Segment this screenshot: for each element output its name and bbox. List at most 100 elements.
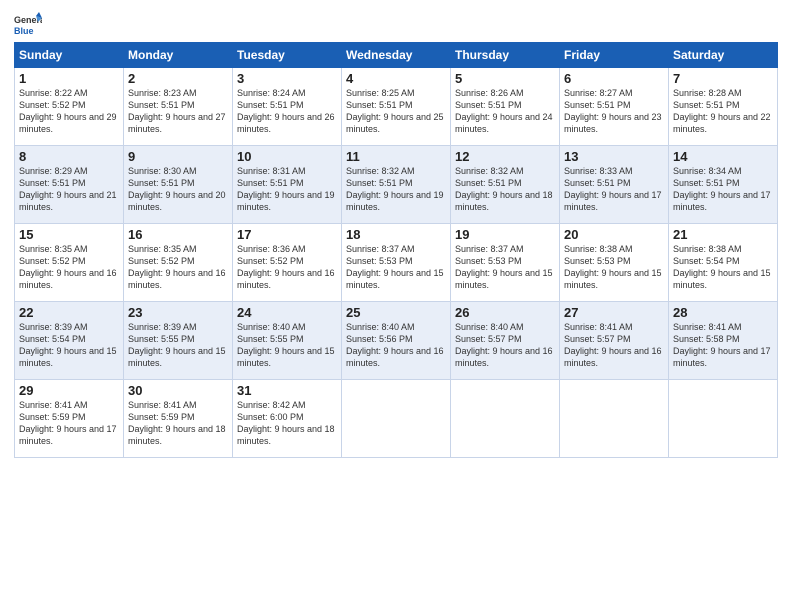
day-number: 10	[237, 149, 337, 164]
day-cell	[451, 380, 560, 458]
cell-info: Sunrise: 8:40 AMSunset: 5:56 PMDaylight:…	[346, 322, 444, 368]
day-number: 22	[19, 305, 119, 320]
cell-info: Sunrise: 8:22 AMSunset: 5:52 PMDaylight:…	[19, 88, 117, 134]
svg-text:Blue: Blue	[14, 26, 34, 36]
day-number: 8	[19, 149, 119, 164]
day-cell: 30Sunrise: 8:41 AMSunset: 5:59 PMDayligh…	[124, 380, 233, 458]
cell-info: Sunrise: 8:37 AMSunset: 5:53 PMDaylight:…	[455, 244, 553, 290]
cell-info: Sunrise: 8:41 AMSunset: 5:57 PMDaylight:…	[564, 322, 662, 368]
cell-info: Sunrise: 8:23 AMSunset: 5:51 PMDaylight:…	[128, 88, 226, 134]
day-cell	[342, 380, 451, 458]
cell-info: Sunrise: 8:34 AMSunset: 5:51 PMDaylight:…	[673, 166, 771, 212]
day-cell: 21 Sunrise: 8:38 AMSunset: 5:54 PMDayligh…	[669, 224, 778, 302]
day-cell: 11Sunrise: 8:32 AMSunset: 5:51 PMDayligh…	[342, 146, 451, 224]
cell-info: Sunrise: 8:41 AMSunset: 5:58 PMDaylight:…	[673, 322, 771, 368]
day-number: 12	[455, 149, 555, 164]
calendar-table: SundayMondayTuesdayWednesdayThursdayFrid…	[14, 42, 778, 458]
day-cell: 22 Sunrise: 8:39 AMSunset: 5:54 PMDayligh…	[15, 302, 124, 380]
cell-info: Sunrise: 8:27 AMSunset: 5:51 PMDaylight:…	[564, 88, 662, 134]
cell-info: Sunrise: 8:40 AMSunset: 5:57 PMDaylight:…	[455, 322, 553, 368]
day-number: 27	[564, 305, 664, 320]
day-number: 18	[346, 227, 446, 242]
day-cell: 4Sunrise: 8:25 AMSunset: 5:51 PMDaylight…	[342, 68, 451, 146]
day-number: 14	[673, 149, 773, 164]
page-container: General Blue SundayMondayTuesdayWednesda…	[0, 0, 792, 466]
cell-info: Sunrise: 8:31 AMSunset: 5:51 PMDaylight:…	[237, 166, 335, 212]
day-header-saturday: Saturday	[669, 43, 778, 68]
day-number: 15	[19, 227, 119, 242]
day-number: 23	[128, 305, 228, 320]
header: General Blue	[14, 10, 778, 38]
day-number: 29	[19, 383, 119, 398]
cell-info: Sunrise: 8:36 AMSunset: 5:52 PMDaylight:…	[237, 244, 335, 290]
logo-bird-icon: General Blue	[14, 10, 42, 38]
cell-info: Sunrise: 8:41 AMSunset: 5:59 PMDaylight:…	[19, 400, 117, 446]
cell-info: Sunrise: 8:39 AMSunset: 5:55 PMDaylight:…	[128, 322, 226, 368]
day-cell: 8 Sunrise: 8:29 AMSunset: 5:51 PMDaylight…	[15, 146, 124, 224]
cell-info: Sunrise: 8:41 AMSunset: 5:59 PMDaylight:…	[128, 400, 226, 446]
day-cell: 13 Sunrise: 8:33 AMSunset: 5:51 PMDayligh…	[560, 146, 669, 224]
day-cell: 3 Sunrise: 8:24 AMSunset: 5:51 PMDaylight…	[233, 68, 342, 146]
day-cell: 24 Sunrise: 8:40 AMSunset: 5:55 PMDayligh…	[233, 302, 342, 380]
day-number: 2	[128, 71, 228, 86]
day-cell: 14 Sunrise: 8:34 AMSunset: 5:51 PMDayligh…	[669, 146, 778, 224]
day-cell: 7 Sunrise: 8:28 AMSunset: 5:51 PMDaylight…	[669, 68, 778, 146]
day-number: 21	[673, 227, 773, 242]
day-cell	[669, 380, 778, 458]
day-cell: 20 Sunrise: 8:38 AMSunset: 5:53 PMDayligh…	[560, 224, 669, 302]
cell-info: Sunrise: 8:35 AMSunset: 5:52 PMDaylight:…	[19, 244, 117, 290]
cell-info: Sunrise: 8:35 AMSunset: 5:52 PMDaylight:…	[128, 244, 226, 290]
day-cell: 6Sunrise: 8:27 AMSunset: 5:51 PMDaylight…	[560, 68, 669, 146]
day-cell: 28Sunrise: 8:41 AMSunset: 5:58 PMDayligh…	[669, 302, 778, 380]
day-number: 13	[564, 149, 664, 164]
day-number: 26	[455, 305, 555, 320]
day-header-tuesday: Tuesday	[233, 43, 342, 68]
cell-info: Sunrise: 8:40 AMSunset: 5:55 PMDaylight:…	[237, 322, 335, 368]
cell-info: Sunrise: 8:26 AMSunset: 5:51 PMDaylight:…	[455, 88, 553, 134]
day-cell	[560, 380, 669, 458]
day-cell: 27 Sunrise: 8:41 AMSunset: 5:57 PMDayligh…	[560, 302, 669, 380]
cell-info: Sunrise: 8:32 AMSunset: 5:51 PMDaylight:…	[455, 166, 553, 212]
day-number: 5	[455, 71, 555, 86]
day-number: 16	[128, 227, 228, 242]
week-row-1: 1 Sunrise: 8:22 AMSunset: 5:52 PMDaylight…	[15, 68, 778, 146]
day-number: 9	[128, 149, 228, 164]
cell-info: Sunrise: 8:24 AMSunset: 5:51 PMDaylight:…	[237, 88, 335, 134]
day-cell: 17Sunrise: 8:36 AMSunset: 5:52 PMDayligh…	[233, 224, 342, 302]
cell-info: Sunrise: 8:38 AMSunset: 5:53 PMDaylight:…	[564, 244, 662, 290]
day-number: 3	[237, 71, 337, 86]
day-number: 19	[455, 227, 555, 242]
day-number: 20	[564, 227, 664, 242]
day-cell: 23 Sunrise: 8:39 AMSunset: 5:55 PMDayligh…	[124, 302, 233, 380]
cell-info: Sunrise: 8:29 AMSunset: 5:51 PMDaylight:…	[19, 166, 117, 212]
day-cell: 18 Sunrise: 8:37 AMSunset: 5:53 PMDayligh…	[342, 224, 451, 302]
day-cell: 1 Sunrise: 8:22 AMSunset: 5:52 PMDaylight…	[15, 68, 124, 146]
day-cell: 25Sunrise: 8:40 AMSunset: 5:56 PMDayligh…	[342, 302, 451, 380]
day-cell: 12 Sunrise: 8:32 AMSunset: 5:51 PMDayligh…	[451, 146, 560, 224]
cell-info: Sunrise: 8:28 AMSunset: 5:51 PMDaylight:…	[673, 88, 771, 134]
cell-info: Sunrise: 8:33 AMSunset: 5:51 PMDaylight:…	[564, 166, 662, 212]
day-cell: 19 Sunrise: 8:37 AMSunset: 5:53 PMDayligh…	[451, 224, 560, 302]
day-cell: 15 Sunrise: 8:35 AMSunset: 5:52 PMDayligh…	[15, 224, 124, 302]
cell-info: Sunrise: 8:37 AMSunset: 5:53 PMDaylight:…	[346, 244, 444, 290]
cell-info: Sunrise: 8:42 AMSunset: 6:00 PMDaylight:…	[237, 400, 335, 446]
cell-info: Sunrise: 8:39 AMSunset: 5:54 PMDaylight:…	[19, 322, 117, 368]
day-cell: 29 Sunrise: 8:41 AMSunset: 5:59 PMDayligh…	[15, 380, 124, 458]
day-number: 24	[237, 305, 337, 320]
cell-info: Sunrise: 8:32 AMSunset: 5:51 PMDaylight:…	[346, 166, 444, 212]
day-header-friday: Friday	[560, 43, 669, 68]
day-number: 31	[237, 383, 337, 398]
day-cell: 31 Sunrise: 8:42 AMSunset: 6:00 PMDayligh…	[233, 380, 342, 458]
day-cell: 10 Sunrise: 8:31 AMSunset: 5:51 PMDayligh…	[233, 146, 342, 224]
day-cell: 2 Sunrise: 8:23 AMSunset: 5:51 PMDaylight…	[124, 68, 233, 146]
day-cell: 9Sunrise: 8:30 AMSunset: 5:51 PMDaylight…	[124, 146, 233, 224]
day-cell: 26 Sunrise: 8:40 AMSunset: 5:57 PMDayligh…	[451, 302, 560, 380]
day-number: 1	[19, 71, 119, 86]
day-number: 7	[673, 71, 773, 86]
day-cell: 5 Sunrise: 8:26 AMSunset: 5:51 PMDaylight…	[451, 68, 560, 146]
week-row-4: 22 Sunrise: 8:39 AMSunset: 5:54 PMDayligh…	[15, 302, 778, 380]
day-header-thursday: Thursday	[451, 43, 560, 68]
day-header-sunday: Sunday	[15, 43, 124, 68]
week-row-2: 8 Sunrise: 8:29 AMSunset: 5:51 PMDaylight…	[15, 146, 778, 224]
cell-info: Sunrise: 8:38 AMSunset: 5:54 PMDaylight:…	[673, 244, 771, 290]
